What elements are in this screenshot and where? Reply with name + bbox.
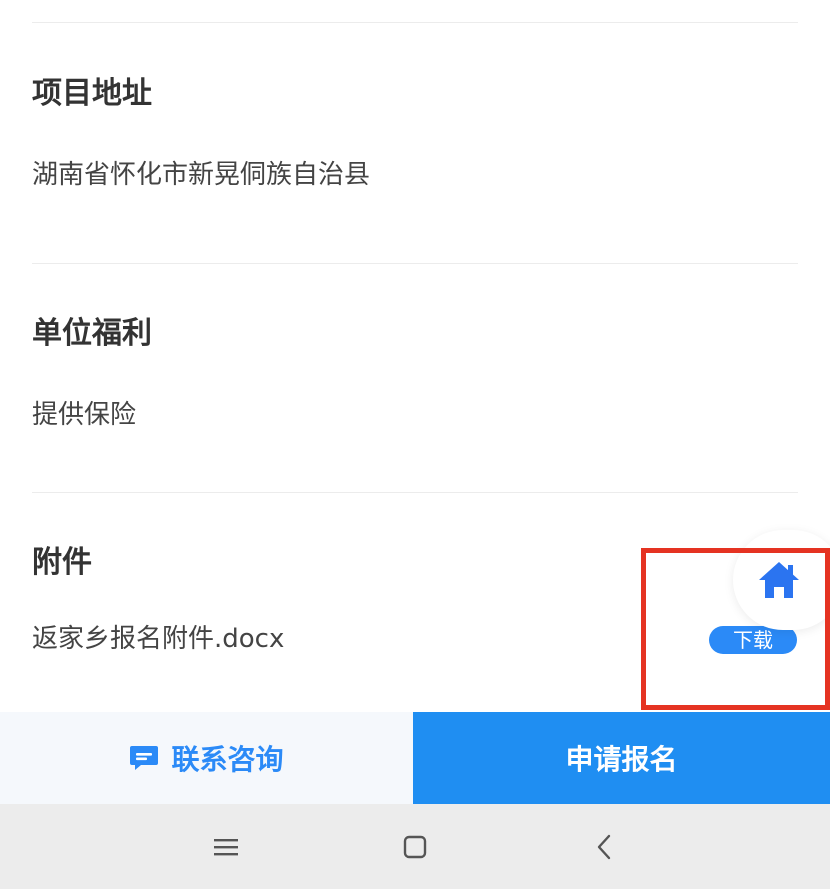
attachment-filename[interactable]: 返家乡报名附件.docx <box>32 621 284 657</box>
attachment-title: 附件 <box>32 545 92 580</box>
project-address-title: 项目地址 <box>32 76 152 111</box>
contact-consult-button[interactable]: 联系咨询 <box>0 712 413 804</box>
home-icon <box>759 562 799 598</box>
apply-register-button[interactable]: 申请报名 <box>413 712 830 804</box>
divider <box>32 263 798 264</box>
chat-icon <box>130 746 159 770</box>
page: 项目地址 湖南省怀化市新晃侗族自治县 单位福利 提供保险 附件 返家乡报名附件.… <box>0 0 830 889</box>
home-float-button[interactable] <box>733 530 830 630</box>
benefits-value: 提供保险 <box>32 400 137 430</box>
divider <box>32 492 798 493</box>
apply-register-label: 申请报名 <box>565 743 678 776</box>
project-address-value: 湖南省怀化市新晃侗族自治县 <box>32 160 371 190</box>
action-bar: 联系咨询 申请报名 <box>0 712 830 804</box>
contact-consult-label: 联系咨询 <box>171 743 284 776</box>
home-square-icon[interactable] <box>400 832 430 862</box>
download-button[interactable]: 下载 <box>709 626 797 654</box>
system-nav-bar <box>0 804 830 889</box>
divider <box>32 22 798 23</box>
menu-icon[interactable] <box>211 832 241 862</box>
back-chevron-icon[interactable] <box>590 832 620 862</box>
benefits-title: 单位福利 <box>32 316 152 351</box>
